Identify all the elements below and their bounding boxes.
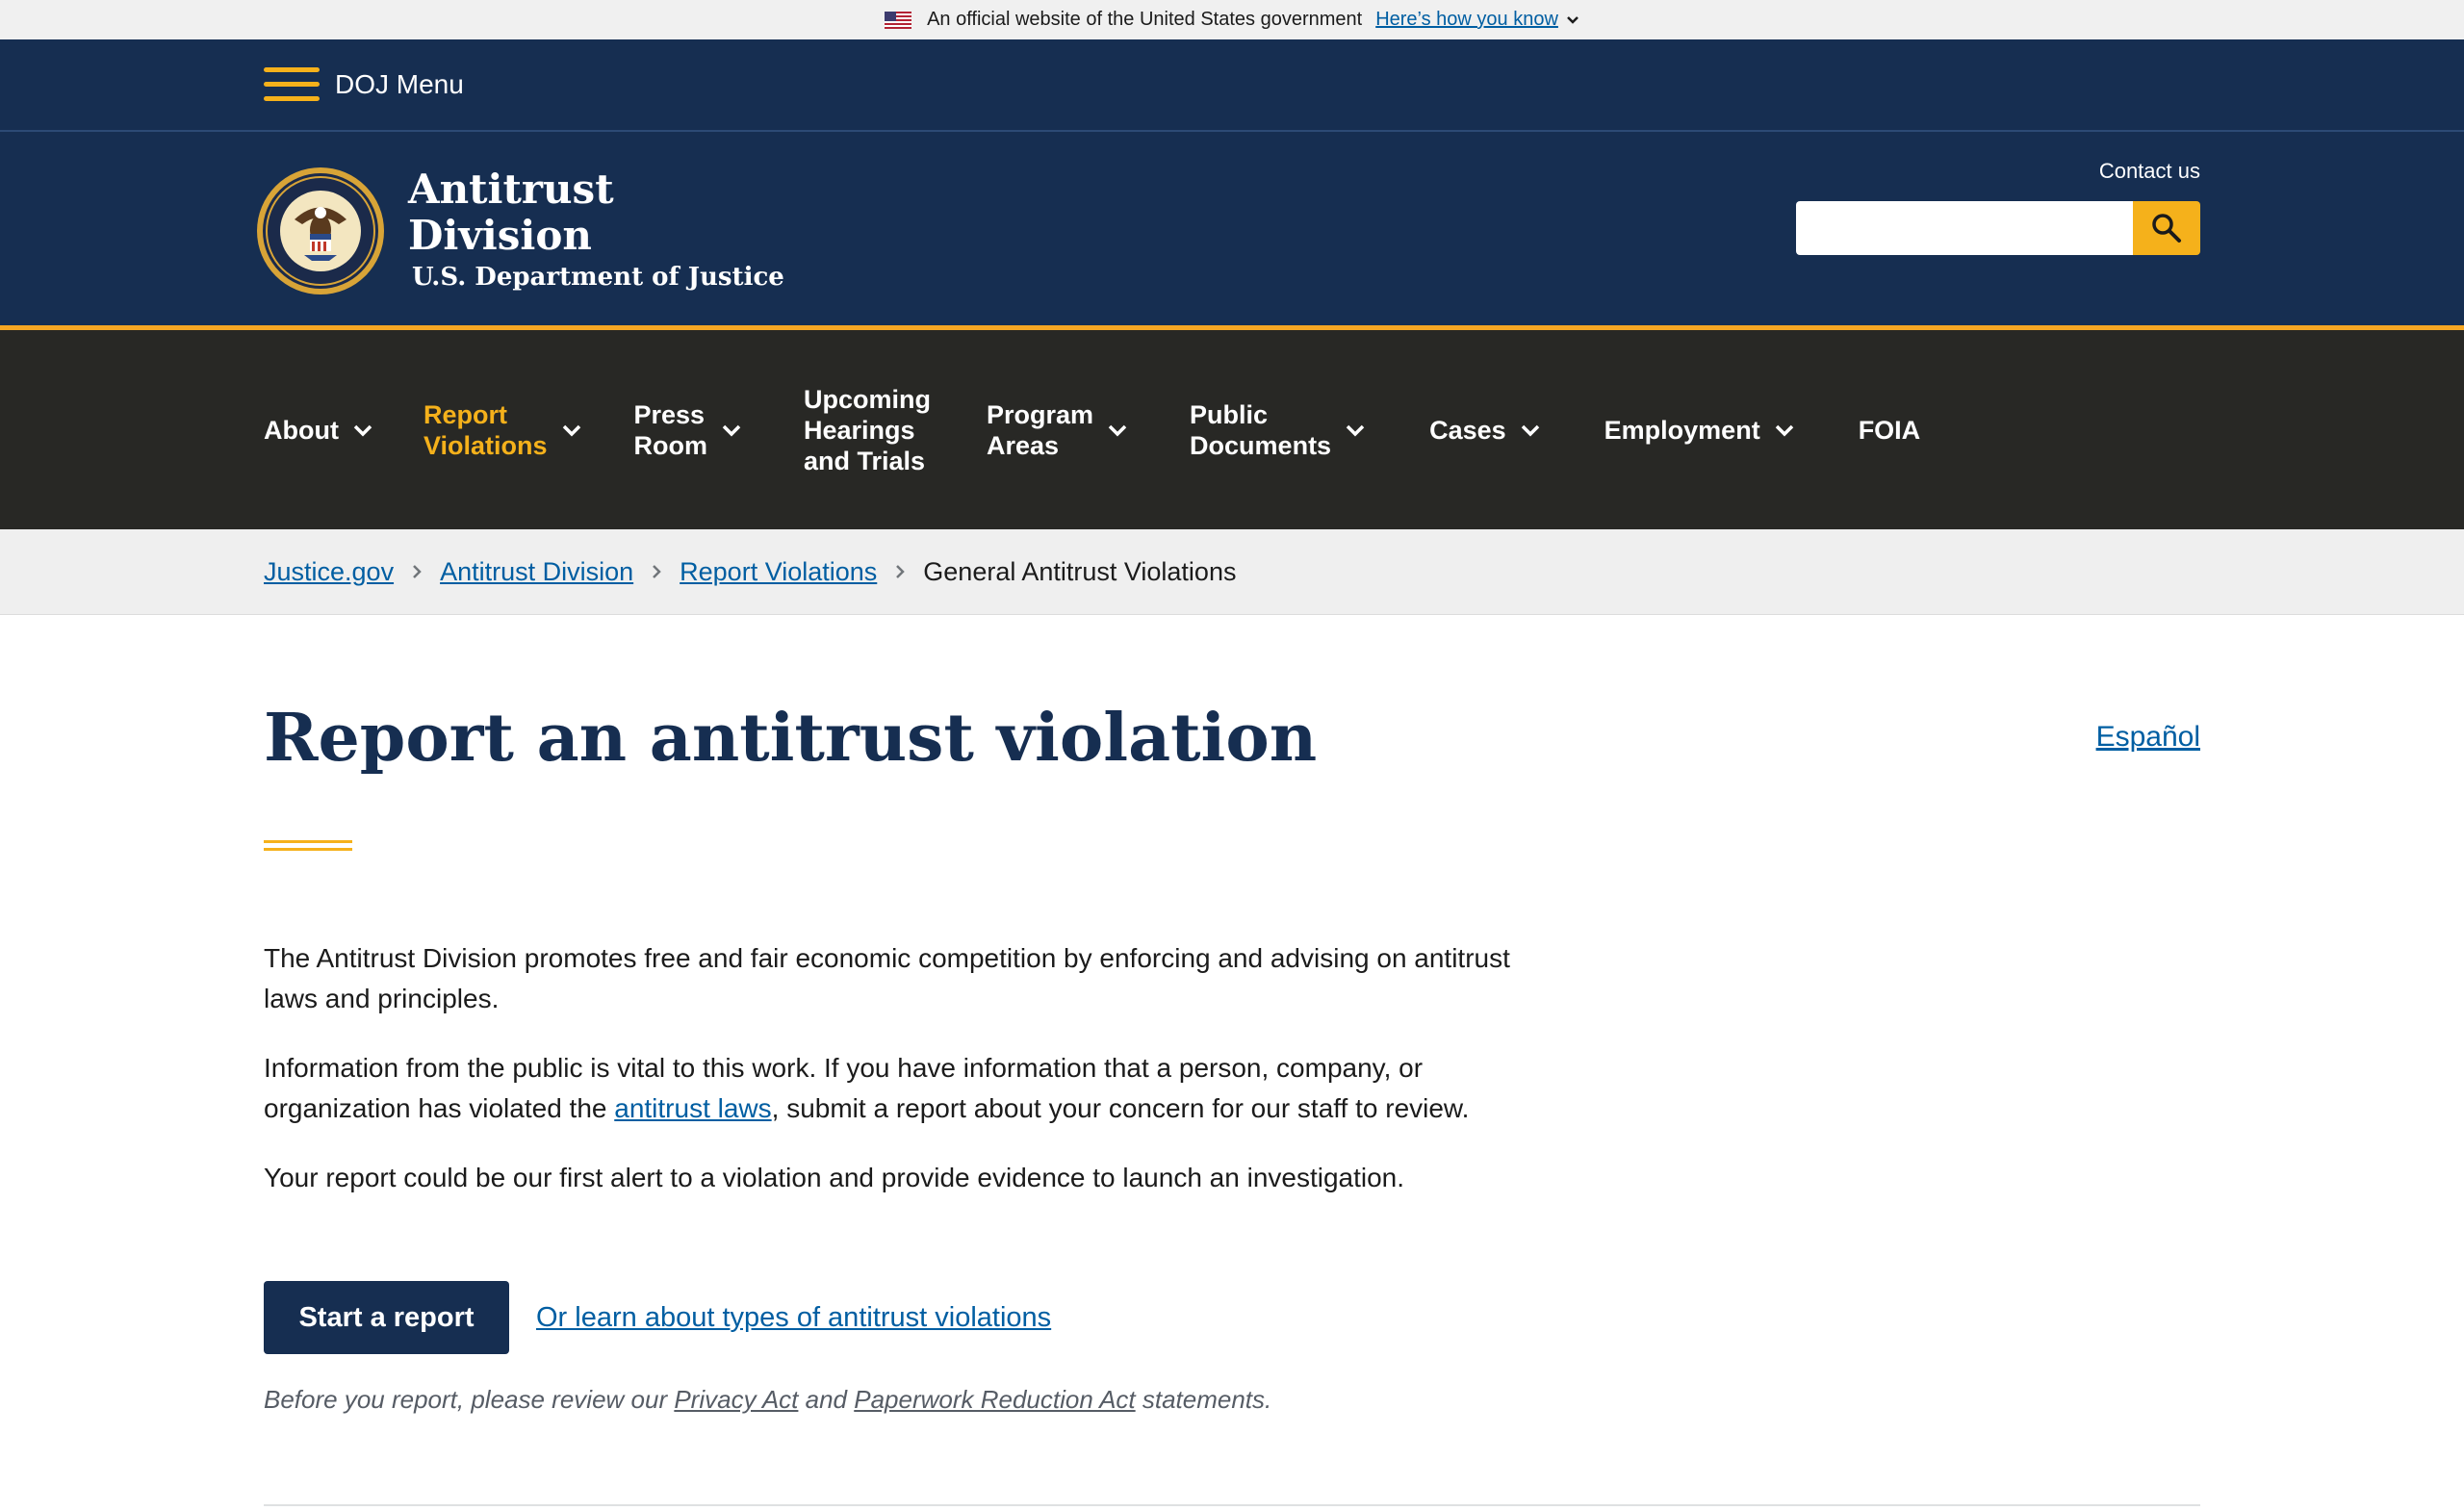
nav-report-violations[interactable]: Report Violations [424,399,582,461]
page-title: Report an antitrust violation [264,700,1318,777]
gov-banner: An official website of the United States… [0,0,2464,39]
how-you-know-label: Here’s how you know [1375,9,1558,30]
chevron-down-icon [1521,424,1539,436]
nav-upcoming-hearings-label: Upcoming Hearings and Trials [804,384,931,475]
chevron-down-icon [562,424,580,436]
breadcrumb-report-violations[interactable]: Report Violations [680,557,877,587]
section-divider [264,1504,2200,1506]
chevron-down-icon [1108,424,1127,436]
chevron-right-icon [894,563,906,580]
breadcrumb: Justice.gov Antitrust Division Report Vi… [0,529,2464,615]
nav-report-violations-label: Report Violations [423,399,548,460]
site-title-line2: Division [408,212,592,259]
paperwork-reduction-act-link[interactable]: Paperwork Reduction Act [854,1385,1135,1414]
breadcrumb-justice-gov[interactable]: Justice.gov [264,557,394,587]
chevron-down-icon [722,424,741,436]
nav-employment[interactable]: Employment [1604,415,1795,446]
search-button[interactable] [2133,201,2200,255]
privacy-note: Before you report, please review our Pri… [264,1385,1271,1415]
nav-program-areas-label: Program Areas [987,399,1094,460]
nav-program-areas[interactable]: Program Areas [987,399,1128,461]
learn-violation-types-link[interactable]: Or learn about types of antitrust violat… [536,1302,1051,1334]
us-flag-icon [885,11,912,29]
nav-public-documents-label: Public Documents [1190,399,1332,460]
note-text-mid: and [798,1385,855,1414]
site-title[interactable]: Antitrust Division [408,166,614,259]
chevron-right-icon [411,563,423,580]
hamburger-menu-icon [264,67,320,101]
espanol-link[interactable]: Español [2096,721,2200,754]
doj-menu-label: DOJ Menu [335,69,464,99]
nav-employment-label: Employment [1604,415,1760,445]
chevron-right-icon [651,563,662,580]
nav-foia-label: FOIA [1858,415,1921,445]
intro-paragraph-1: The Antitrust Division promotes free and… [264,943,1510,1013]
doj-seal-logo[interactable] [256,166,385,295]
intro-paragraph-2: Information from the public is vital to … [264,1048,1515,1129]
breadcrumb-antitrust-division[interactable]: Antitrust Division [440,557,633,587]
note-text-after: statements. [1135,1385,1272,1414]
gov-banner-text: An official website of the United States… [927,9,1363,30]
breadcrumb-current: General Antitrust Violations [923,556,1237,586]
search-icon [2152,214,2181,243]
intro-paragraph-3: Your report could be our first alert to … [264,1163,1405,1192]
site-title-line1: Antitrust [408,166,614,213]
nav-press-room-label: Press Room [633,399,708,460]
note-text-before: Before you report, please review our [264,1385,675,1414]
doj-menu-button[interactable]: DOJ Menu [264,65,464,104]
start-report-button[interactable]: Start a report [264,1281,509,1354]
nav-about[interactable]: About [264,415,373,446]
nav-press-room[interactable]: Press Room [634,399,743,461]
nav-cases-label: Cases [1429,415,1506,445]
site-subtitle: U.S. Department of Justice [412,263,784,292]
chevron-down-icon [353,424,372,436]
site-header: Antitrust Division U.S. Department of Ju… [0,132,2464,330]
nav-upcoming-hearings[interactable]: Upcoming Hearings and Trials [804,384,931,476]
cta-row: Start a report Or learn about types of a… [264,1281,1051,1354]
chevron-down-icon [1567,15,1578,24]
privacy-act-link[interactable]: Privacy Act [674,1385,798,1414]
doj-menu-bar: DOJ Menu [0,39,2464,132]
main-navigation: About Report Violations Press Room Upcom… [0,330,2464,529]
nav-public-documents[interactable]: Public Documents [1190,399,1366,461]
intro-text: The Antitrust Division promotes free and… [264,938,1515,1227]
how-you-know-link[interactable]: Here’s how you know [1375,9,1579,31]
p2-text-after: , submit a report about your concern for… [771,1093,1470,1123]
chevron-down-icon [1775,424,1793,436]
site-search [1796,201,2200,255]
title-accent-rule [264,840,352,856]
nav-about-label: About [264,415,339,445]
chevron-down-icon [1346,424,1365,436]
contact-us-link[interactable]: Contact us [2099,159,2200,184]
nav-cases[interactable]: Cases [1429,415,1541,446]
nav-foia[interactable]: FOIA [1859,415,1921,446]
search-input[interactable] [1796,201,2133,255]
antitrust-laws-link[interactable]: antitrust laws [614,1093,771,1123]
